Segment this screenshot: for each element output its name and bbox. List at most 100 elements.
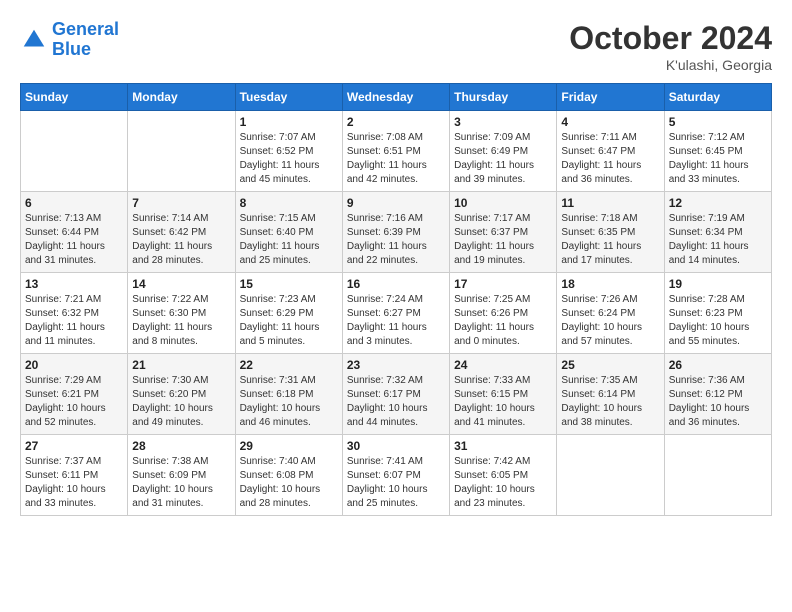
header-cell-sunday: Sunday (21, 84, 128, 111)
day-number: 12 (669, 196, 767, 210)
calendar-table: SundayMondayTuesdayWednesdayThursdayFrid… (20, 83, 772, 516)
day-info: Sunrise: 7:26 AMSunset: 6:24 PMDaylight:… (561, 293, 659, 349)
day-info: Sunrise: 7:29 AMSunset: 6:21 PMDaylight:… (25, 374, 123, 430)
header-row: SundayMondayTuesdayWednesdayThursdayFrid… (21, 84, 772, 111)
header-cell-friday: Friday (557, 84, 664, 111)
day-info: Sunrise: 7:17 AMSunset: 6:37 PMDaylight:… (454, 212, 552, 268)
calendar-cell: 17 Sunrise: 7:25 AMSunset: 6:26 PMDayligh… (450, 273, 557, 354)
calendar-cell: 3 Sunrise: 7:09 AMSunset: 6:49 PMDaylight… (450, 111, 557, 192)
day-info: Sunrise: 7:22 AMSunset: 6:30 PMDaylight:… (132, 293, 230, 349)
calendar-cell: 9 Sunrise: 7:16 AMSunset: 6:39 PMDaylight… (342, 192, 449, 273)
calendar-cell: 31 Sunrise: 7:42 AMSunset: 6:05 PMDayligh… (450, 435, 557, 516)
day-info: Sunrise: 7:19 AMSunset: 6:34 PMDaylight:… (669, 212, 767, 268)
calendar-cell: 23Sunrise: 7:32 AMSunset: 6:17 PMDayligh… (342, 354, 449, 435)
day-number: 28 (132, 439, 230, 453)
calendar-week-1: 6Sunrise: 7:13 AMSunset: 6:44 PMDaylight… (21, 192, 772, 273)
day-info: Sunrise: 7:08 AMSunset: 6:51 PMDaylight:… (347, 131, 445, 187)
month-title: October 2024 (569, 20, 772, 57)
calendar-cell: 30Sunrise: 7:41 AMSunset: 6:07 PMDayligh… (342, 435, 449, 516)
day-info: Sunrise: 7:32 AMSunset: 6:17 PMDaylight:… (347, 374, 445, 430)
calendar-header: SundayMondayTuesdayWednesdayThursdayFrid… (21, 84, 772, 111)
calendar-week-3: 20 Sunrise: 7:29 AMSunset: 6:21 PMDayligh… (21, 354, 772, 435)
day-info: Sunrise: 7:15 AMSunset: 6:40 PMDaylight:… (240, 212, 338, 268)
day-number: 27 (25, 439, 123, 453)
calendar-cell: 5Sunrise: 7:12 AMSunset: 6:45 PMDaylight… (664, 111, 771, 192)
header-cell-saturday: Saturday (664, 84, 771, 111)
calendar-cell: 6Sunrise: 7:13 AMSunset: 6:44 PMDaylight… (21, 192, 128, 273)
day-number: 16 (347, 277, 445, 291)
calendar-cell: 22 Sunrise: 7:31 AMSunset: 6:18 PMDayligh… (235, 354, 342, 435)
calendar-cell: 16 Sunrise: 7:24 AMSunset: 6:27 PMDayligh… (342, 273, 449, 354)
day-number: 9 (347, 196, 445, 210)
day-number: 30 (347, 439, 445, 453)
calendar-cell: 4Sunrise: 7:11 AMSunset: 6:47 PMDaylight… (557, 111, 664, 192)
day-number: 21 (132, 358, 230, 372)
day-info: Sunrise: 7:09 AMSunset: 6:49 PMDaylight:… (454, 131, 552, 187)
logo-line2: Blue (52, 40, 119, 60)
calendar-cell: 21Sunrise: 7:30 AMSunset: 6:20 PMDayligh… (128, 354, 235, 435)
day-number: 29 (240, 439, 338, 453)
header-cell-thursday: Thursday (450, 84, 557, 111)
day-info: Sunrise: 7:31 AMSunset: 6:18 PMDaylight:… (240, 374, 338, 430)
day-info: Sunrise: 7:16 AMSunset: 6:39 PMDaylight:… (347, 212, 445, 268)
day-number: 1 (240, 115, 338, 129)
day-number: 20 (25, 358, 123, 372)
calendar-cell: 11 Sunrise: 7:18 AMSunset: 6:35 PMDayligh… (557, 192, 664, 273)
calendar-week-2: 13Sunrise: 7:21 AMSunset: 6:32 PMDayligh… (21, 273, 772, 354)
calendar-cell: 25 Sunrise: 7:35 AMSunset: 6:14 PMDayligh… (557, 354, 664, 435)
day-info: Sunrise: 7:07 AMSunset: 6:52 PMDaylight:… (240, 131, 338, 187)
calendar-cell: 20 Sunrise: 7:29 AMSunset: 6:21 PMDayligh… (21, 354, 128, 435)
location: K'ulashi, Georgia (569, 57, 772, 73)
calendar-cell: 2 Sunrise: 7:08 AMSunset: 6:51 PMDaylight… (342, 111, 449, 192)
day-info: Sunrise: 7:37 AMSunset: 6:11 PMDaylight:… (25, 455, 123, 511)
calendar-cell: 19Sunrise: 7:28 AMSunset: 6:23 PMDayligh… (664, 273, 771, 354)
calendar-cell: 7Sunrise: 7:14 AMSunset: 6:42 PMDaylight… (128, 192, 235, 273)
day-info: Sunrise: 7:38 AMSunset: 6:09 PMDaylight:… (132, 455, 230, 511)
day-info: Sunrise: 7:23 AMSunset: 6:29 PMDaylight:… (240, 293, 338, 349)
day-number: 17 (454, 277, 552, 291)
logo: General Blue (20, 20, 119, 60)
calendar-cell: 26Sunrise: 7:36 AMSunset: 6:12 PMDayligh… (664, 354, 771, 435)
calendar-week-4: 27 Sunrise: 7:37 AMSunset: 6:11 PMDayligh… (21, 435, 772, 516)
logo-line1: General (52, 19, 119, 39)
logo-text: General Blue (52, 20, 119, 60)
day-info: Sunrise: 7:12 AMSunset: 6:45 PMDaylight:… (669, 131, 767, 187)
day-number: 3 (454, 115, 552, 129)
calendar-cell: 18Sunrise: 7:26 AMSunset: 6:24 PMDayligh… (557, 273, 664, 354)
day-info: Sunrise: 7:40 AMSunset: 6:08 PMDaylight:… (240, 455, 338, 511)
month-info: October 2024 K'ulashi, Georgia (569, 20, 772, 73)
calendar-week-0: 1 Sunrise: 7:07 AMSunset: 6:52 PMDaylight… (21, 111, 772, 192)
day-number: 8 (240, 196, 338, 210)
day-number: 4 (561, 115, 659, 129)
day-number: 11 (561, 196, 659, 210)
day-info: Sunrise: 7:18 AMSunset: 6:35 PMDaylight:… (561, 212, 659, 268)
calendar-cell: 12 Sunrise: 7:19 AMSunset: 6:34 PMDayligh… (664, 192, 771, 273)
day-number: 13 (25, 277, 123, 291)
calendar-cell: 28 Sunrise: 7:38 AMSunset: 6:09 PMDayligh… (128, 435, 235, 516)
calendar-cell (128, 111, 235, 192)
day-number: 2 (347, 115, 445, 129)
day-info: Sunrise: 7:14 AMSunset: 6:42 PMDaylight:… (132, 212, 230, 268)
day-number: 14 (132, 277, 230, 291)
header-cell-wednesday: Wednesday (342, 84, 449, 111)
calendar-cell: 13Sunrise: 7:21 AMSunset: 6:32 PMDayligh… (21, 273, 128, 354)
day-info: Sunrise: 7:25 AMSunset: 6:26 PMDaylight:… (454, 293, 552, 349)
header-cell-monday: Monday (128, 84, 235, 111)
day-info: Sunrise: 7:42 AMSunset: 6:05 PMDaylight:… (454, 455, 552, 511)
calendar-cell: 8 Sunrise: 7:15 AMSunset: 6:40 PMDaylight… (235, 192, 342, 273)
calendar-cell: 27 Sunrise: 7:37 AMSunset: 6:11 PMDayligh… (21, 435, 128, 516)
page-header: General Blue October 2024 K'ulashi, Geor… (20, 20, 772, 73)
calendar-cell: 15Sunrise: 7:23 AMSunset: 6:29 PMDayligh… (235, 273, 342, 354)
day-info: Sunrise: 7:24 AMSunset: 6:27 PMDaylight:… (347, 293, 445, 349)
day-number: 25 (561, 358, 659, 372)
day-info: Sunrise: 7:13 AMSunset: 6:44 PMDaylight:… (25, 212, 123, 268)
logo-icon (20, 26, 48, 54)
day-number: 31 (454, 439, 552, 453)
day-number: 22 (240, 358, 338, 372)
day-number: 24 (454, 358, 552, 372)
day-info: Sunrise: 7:35 AMSunset: 6:14 PMDaylight:… (561, 374, 659, 430)
calendar-cell (664, 435, 771, 516)
day-info: Sunrise: 7:36 AMSunset: 6:12 PMDaylight:… (669, 374, 767, 430)
day-info: Sunrise: 7:33 AMSunset: 6:15 PMDaylight:… (454, 374, 552, 430)
day-info: Sunrise: 7:28 AMSunset: 6:23 PMDaylight:… (669, 293, 767, 349)
